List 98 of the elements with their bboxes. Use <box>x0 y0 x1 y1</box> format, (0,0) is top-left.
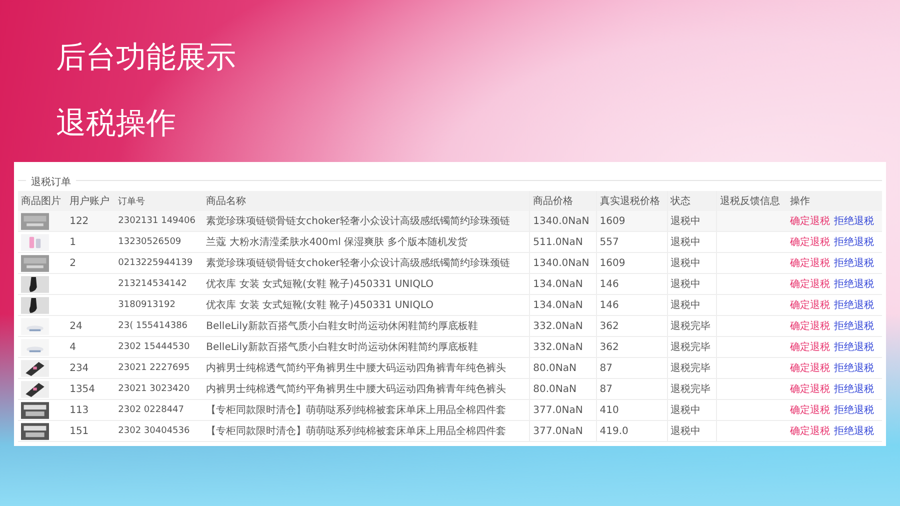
status-cell: 退税完毕 <box>670 342 711 353</box>
column-header: 商品名称 <box>203 191 530 211</box>
price-cell: 80.0NaN <box>533 384 576 394</box>
refund-price-cell: 1609 <box>600 216 626 226</box>
product-name: 兰蔻 大粉水清滢柔肤水400ml 保湿爽肤 多个版本随机发货 <box>206 237 468 248</box>
refund-price-cell: 410 <box>600 404 619 416</box>
account-cell: 113 <box>70 404 89 416</box>
action-link[interactable]: 确定退税 <box>790 319 830 333</box>
price-cell: 511.0NaN <box>533 236 583 248</box>
product-name: BelleLily新款百搭气质小白鞋女时尚运动休闲鞋简约厚底板鞋 <box>206 321 478 332</box>
price-cell: 332.0NaN <box>533 320 583 332</box>
price-cell: 80.0NaN <box>533 362 576 374</box>
product-name: 优衣库 女装 女式短靴(女鞋 靴子)450331 UNIQLO <box>206 300 434 311</box>
status-cell: 退税中 <box>670 426 701 437</box>
slide-subtitle: 退税操作 <box>56 105 177 143</box>
product-name: 素觉珍珠项链锁骨链女choker轻奢小众设计高级感纸镯简约珍珠颈链 <box>206 216 510 227</box>
order-number: 0213225944139 <box>118 258 193 268</box>
status-cell: 退税中 <box>670 300 701 311</box>
column-header: 状态 <box>667 191 717 211</box>
product-name: 内裤男士纯棉透气简约平角裤男生中腰大码运动四角裤青年纯色裤头 <box>206 384 506 395</box>
status-cell: 退税中 <box>670 405 701 416</box>
status-cell: 退税完毕 <box>670 384 711 395</box>
refund-price-cell: 146 <box>600 278 619 290</box>
price-cell: 134.0NaN <box>533 300 583 310</box>
refund-price-cell: 1609 <box>600 258 626 268</box>
account-cell: 4 <box>70 342 76 352</box>
action-link[interactable]: 拒绝退税 <box>834 298 874 312</box>
refund-price-cell: 146 <box>600 300 619 310</box>
account-cell: 24 <box>70 320 82 332</box>
price-cell: 134.0NaN <box>533 278 583 290</box>
action-link[interactable]: 拒绝退税 <box>834 256 874 270</box>
refund-price-cell: 557 <box>600 236 619 248</box>
refund-price-cell: 419.0 <box>600 426 628 436</box>
status-cell: 退税中 <box>670 279 701 290</box>
action-link[interactable]: 确定退税 <box>790 424 830 438</box>
column-header: 商品图片 <box>18 191 67 211</box>
column-header: 操作 <box>786 191 882 211</box>
action-link[interactable]: 拒绝退税 <box>834 235 874 249</box>
order-number: 213214534142 <box>118 279 187 289</box>
status-cell: 退税中 <box>670 216 701 227</box>
status-cell: 退税完毕 <box>670 321 711 332</box>
status-cell: 退税中 <box>670 237 701 248</box>
action-link[interactable]: 拒绝退税 <box>834 319 874 333</box>
action-link[interactable]: 拒绝退税 <box>834 382 874 396</box>
status-cell: 退税中 <box>670 258 701 269</box>
action-link[interactable]: 拒绝退税 <box>834 361 874 375</box>
order-number: 2302131 149406 <box>118 216 196 226</box>
action-link[interactable]: 确定退税 <box>790 403 830 417</box>
account-cell: 2 <box>70 258 76 268</box>
account-cell: 234 <box>70 362 89 374</box>
refund-price-cell: 362 <box>600 320 619 332</box>
order-number: 23021 2227695 <box>118 363 190 373</box>
product-name: 【专柜同款限时清仓】萌萌哒系列纯棉被套床单床上用品全棉四件套 <box>206 405 506 416</box>
order-number: 23( 155414386 <box>118 321 188 331</box>
action-link[interactable]: 确定退税 <box>790 256 830 270</box>
action-link[interactable]: 拒绝退税 <box>834 424 874 438</box>
price-cell: 1340.0NaN <box>533 258 590 268</box>
status-cell: 退税完毕 <box>670 363 711 374</box>
refund-price-cell: 87 <box>600 362 612 374</box>
column-header: 真实退税价格 <box>596 191 668 211</box>
action-link[interactable]: 确定退税 <box>790 361 830 375</box>
order-number: 2302 15444530 <box>118 342 190 352</box>
action-link[interactable]: 确定退税 <box>790 277 830 291</box>
price-cell: 377.0NaN <box>533 404 583 416</box>
panel-legend: 退税订单 <box>26 177 76 188</box>
account-cell: 151 <box>70 426 89 436</box>
order-number: 13230526509 <box>118 237 182 247</box>
column-header: 用户账户 <box>66 191 116 211</box>
order-number: 2302 30404536 <box>118 426 190 436</box>
slide-title: 后台功能展示 <box>56 39 237 77</box>
product-name: 内裤男士纯棉透气简约平角裤男生中腰大码运动四角裤青年纯色裤头 <box>206 363 506 374</box>
refund-price-cell: 87 <box>600 384 612 394</box>
product-name: BelleLily新款百搭气质小白鞋女时尚运动休闲鞋简约厚底板鞋 <box>206 342 478 353</box>
action-link[interactable]: 拒绝退税 <box>834 214 874 228</box>
account-cell: 1 <box>70 236 76 248</box>
refund-price-cell: 362 <box>600 342 619 352</box>
price-cell: 332.0NaN <box>533 342 583 352</box>
action-link[interactable]: 确定退税 <box>790 340 830 354</box>
action-link[interactable]: 确定退税 <box>790 298 830 312</box>
order-number: 3180913192 <box>118 300 176 310</box>
order-number: 2302 0228447 <box>118 405 184 415</box>
action-link[interactable]: 确定退税 <box>790 214 830 228</box>
action-link[interactable]: 拒绝退税 <box>834 340 874 354</box>
action-link[interactable]: 拒绝退税 <box>834 277 874 291</box>
price-cell: 1340.0NaN <box>533 216 590 226</box>
account-cell: 122 <box>70 216 89 226</box>
action-link[interactable]: 拒绝退税 <box>834 403 874 417</box>
action-link[interactable]: 确定退税 <box>790 235 830 249</box>
product-name: 优衣库 女装 女式短靴(女鞋 靴子)450331 UNIQLO <box>206 279 434 290</box>
price-cell: 377.0NaN <box>533 426 583 436</box>
action-link[interactable]: 确定退税 <box>790 382 830 396</box>
product-name: 【专柜同款限时清仓】萌萌哒系列纯棉被套床单床上用品全棉四件套 <box>206 426 506 437</box>
column-header: 订单号 <box>115 191 204 211</box>
column-header: 商品价格 <box>530 191 596 211</box>
account-cell: 1354 <box>70 384 96 394</box>
product-name: 素觉珍珠项链锁骨链女choker轻奢小众设计高级感纸镯简约珍珠颈链 <box>206 258 510 269</box>
order-number: 23021 3023420 <box>118 384 190 394</box>
column-header: 退税反馈信息 <box>716 191 787 211</box>
